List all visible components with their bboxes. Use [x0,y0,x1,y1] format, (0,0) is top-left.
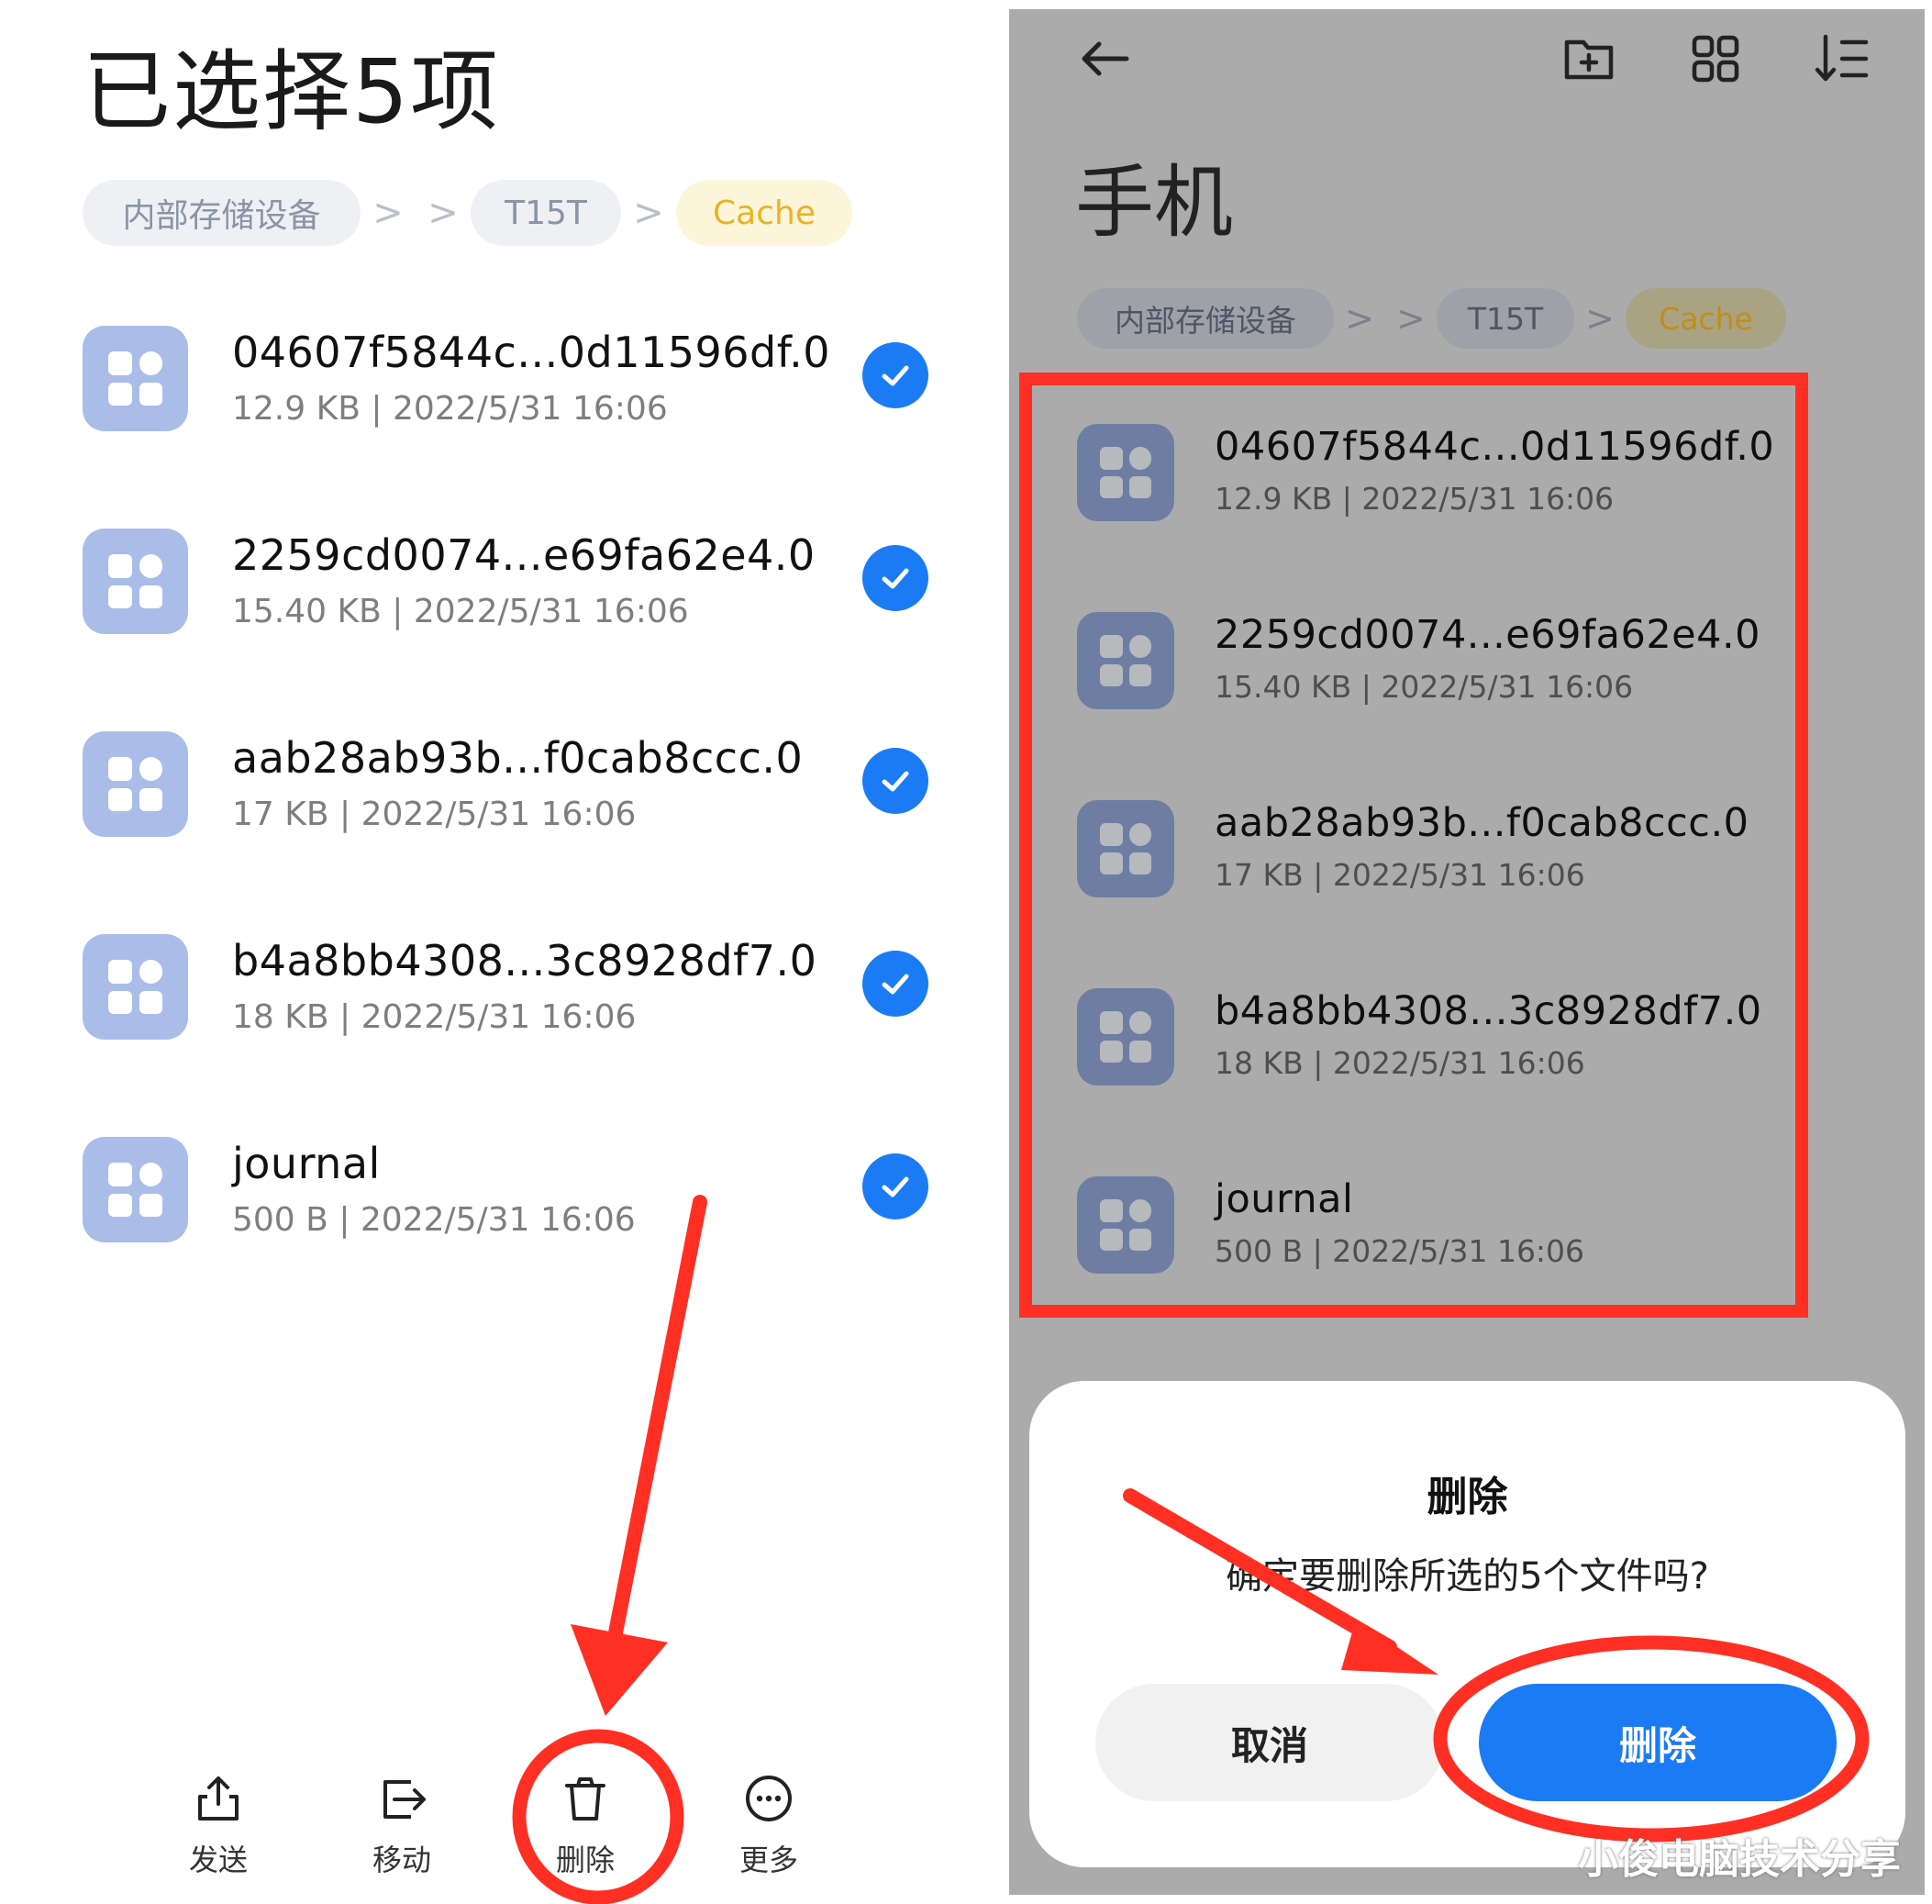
file-row[interactable]: b4a8bb4308...3c8928df7.0 18 KB | 2022/5/… [83,934,928,1063]
more-button[interactable]: 更多 [714,1771,824,1879]
back-arrow-icon[interactable] [1075,29,1134,88]
left-screen: 已选择5项 内部存储设备 > > T15T > Cache 04607f5844… [0,0,1009,1904]
file-meta: 500 B | 2022/5/31 16:06 [232,1201,636,1239]
file-meta: 17 KB | 2022/5/31 16:06 [232,796,637,833]
breadcrumb: 内部存储设备 > > T15T > Cache [1077,288,1786,349]
breadcrumb: 内部存储设备 > > T15T > Cache [83,180,852,246]
file-row[interactable]: journal 500 B | 2022/5/31 16:06 [83,1137,928,1265]
breadcrumb-device[interactable]: 内部存储设备 [1077,288,1334,349]
right-screen: 手机 内部存储设备 > > T15T > Cache 04607f5844c..… [1009,9,1925,1895]
file-row[interactable]: aab28ab93b...f0cab8ccc.0 17 KB | 2022/5/… [83,731,928,860]
file-name: b4a8bb4308...3c8928df7.0 [232,936,817,985]
move-button[interactable]: 移动 [347,1771,457,1879]
selection-title: 已选择5项 [83,40,501,143]
send-button[interactable]: 发送 [163,1771,273,1879]
more-label: 更多 [738,1843,798,1877]
more-icon [746,1776,792,1821]
breadcrumb-folder[interactable]: T15T [471,180,621,246]
breadcrumb-current[interactable]: Cache [676,180,852,246]
checked-icon[interactable] [862,545,928,611]
cancel-button[interactable]: 取消 [1095,1684,1444,1801]
checked-icon[interactable] [862,1153,928,1219]
trash-icon [565,1777,605,1820]
dialog-title: 删除 [1427,1474,1508,1520]
delete-button[interactable]: 删除 [530,1771,640,1879]
delete-label: 删除 [555,1843,615,1877]
breadcrumb-current[interactable]: Cache [1626,288,1786,349]
bottom-action-bar: 发送 移动 删除 更多 [156,1771,872,1890]
breadcrumb-device[interactable]: 内部存储设备 [83,180,361,246]
chevron-right-icon: > [372,192,404,234]
chevron-right-icon: > [633,192,664,234]
send-label: 发送 [188,1843,248,1877]
checked-icon[interactable] [862,748,928,814]
app-file-icon [83,1137,188,1242]
annotation-highlight-box [1019,373,1808,1318]
top-toolbar [1009,9,1925,110]
share-icon [198,1776,239,1820]
file-meta: 12.9 KB | 2022/5/31 16:06 [232,390,668,428]
file-name: journal [232,1139,381,1188]
file-row[interactable]: 2259cd0074...e69fa62e4.0 15.40 KB | 2022… [83,529,928,657]
app-file-icon [83,326,188,431]
app-file-icon [83,529,188,634]
watermark: 小俊电脑技术分享 [1578,1836,1901,1883]
breadcrumb-folder[interactable]: T15T [1437,288,1574,349]
delete-confirm-dialog: 删除 确定要删除所选的5个文件吗? 取消 删除 [1029,1381,1905,1867]
file-name: 2259cd0074...e69fa62e4.0 [232,530,816,580]
move-label: 移动 [372,1843,431,1877]
file-meta: 15.40 KB | 2022/5/31 16:06 [232,593,689,630]
new-folder-icon[interactable] [1560,29,1618,88]
checked-icon[interactable] [862,951,928,1017]
chevron-right-icon: > [427,192,459,234]
file-name: aab28ab93b...f0cab8ccc.0 [232,733,804,783]
file-name: 04607f5844c...0d11596df.0 [232,328,830,377]
page-title: 手机 [1075,157,1233,249]
confirm-delete-button[interactable]: 删除 [1479,1684,1837,1801]
move-icon [383,1780,426,1819]
app-file-icon [83,934,188,1040]
chevron-right-icon: > [1396,298,1426,339]
file-meta: 18 KB | 2022/5/31 16:06 [232,998,637,1036]
sort-icon[interactable] [1813,29,1871,88]
file-row[interactable]: 04607f5844c...0d11596df.0 12.9 KB | 2022… [83,326,928,454]
grid-view-icon[interactable] [1686,29,1745,88]
app-file-icon [83,731,188,837]
dialog-message: 确定要删除所选的5个文件吗? [1226,1555,1709,1598]
chevron-right-icon: > [1345,298,1374,339]
chevron-right-icon: > [1585,298,1615,339]
checked-icon[interactable] [862,342,928,408]
